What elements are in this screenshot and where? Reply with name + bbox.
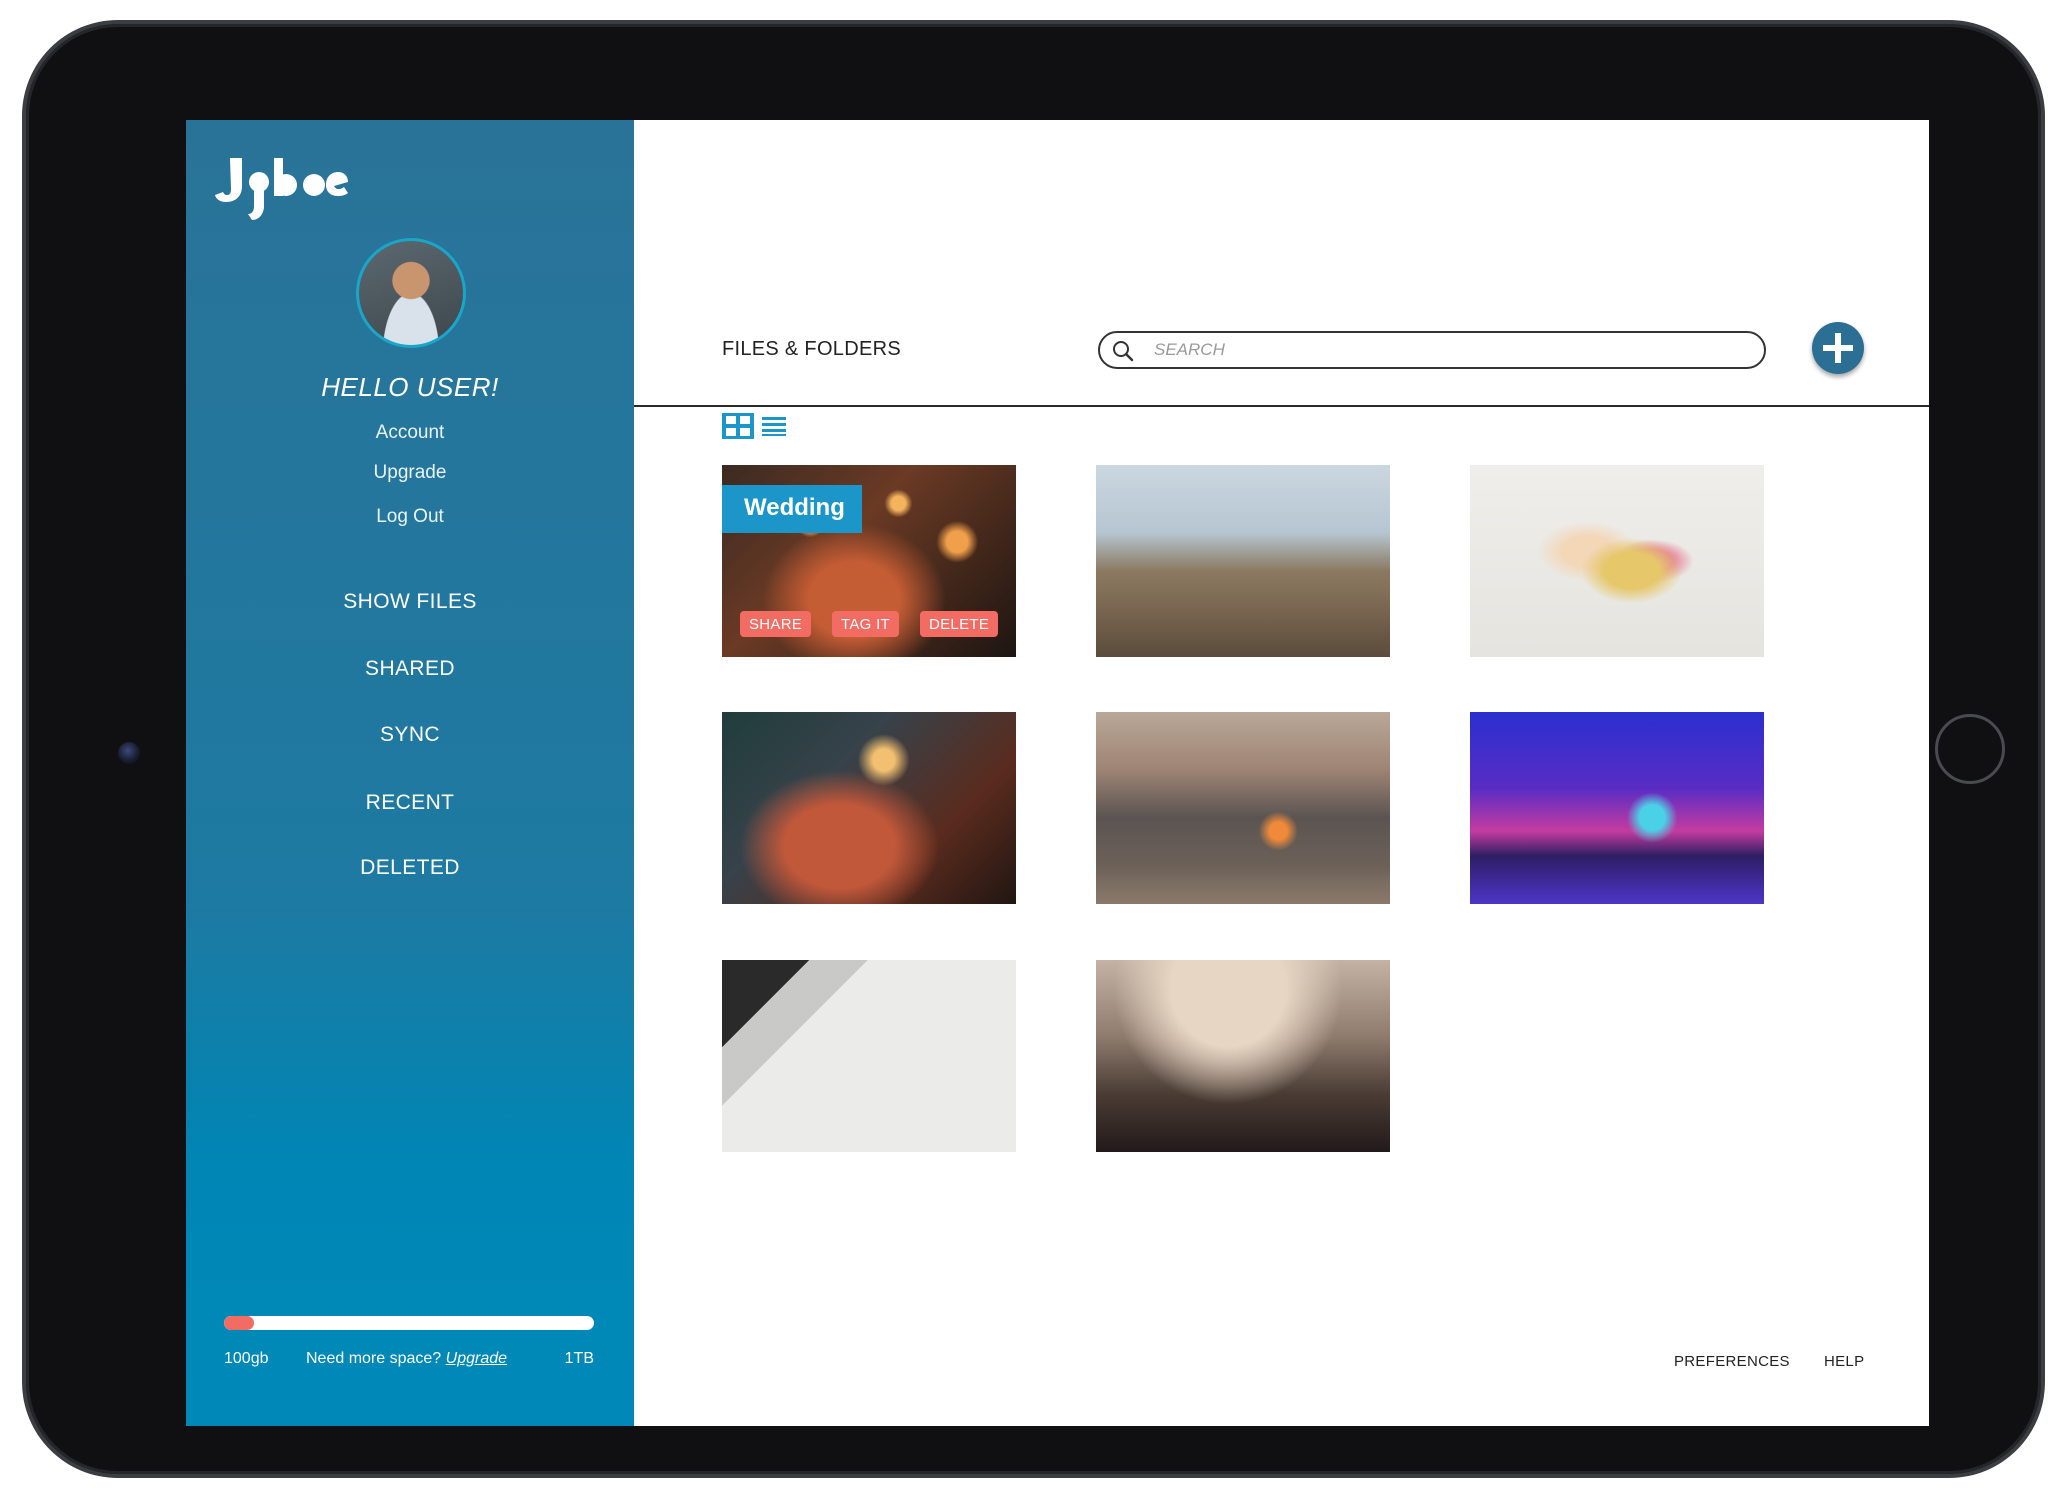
- delete-button[interactable]: DELETE: [920, 611, 999, 637]
- tag-button[interactable]: TAG IT: [832, 611, 900, 637]
- file-tile-restaurant[interactable]: [722, 712, 1016, 904]
- home-button[interactable]: [1935, 714, 2005, 784]
- tablet-frame: HELLO USER! Account Upgrade Log Out SHOW…: [26, 24, 2041, 1474]
- avatar[interactable]: [356, 238, 466, 348]
- file-tile-desk[interactable]: [722, 960, 1016, 1152]
- account-link[interactable]: Account: [186, 422, 634, 444]
- file-tile-wedding[interactable]: Wedding SHARE TAG IT DELETE: [722, 465, 1016, 657]
- page-title: FILES & FOLDERS: [722, 338, 901, 360]
- search-bar[interactable]: [1098, 331, 1766, 369]
- file-tile-label: Wedding: [722, 485, 862, 533]
- app-logo[interactable]: [214, 152, 374, 222]
- share-button[interactable]: SHARE: [740, 611, 812, 637]
- greeting: HELLO USER!: [321, 372, 499, 402]
- file-tile-friends[interactable]: [1470, 465, 1764, 657]
- storage-prompt: Need more space? Upgrade: [306, 1350, 507, 1368]
- nav-recent[interactable]: RECENT: [186, 791, 634, 815]
- nav-show-files[interactable]: SHOW FILES: [186, 590, 634, 614]
- storage-progress-bar: [224, 1316, 594, 1330]
- storage-total-label: 1TB: [564, 1350, 594, 1367]
- nav-sync[interactable]: SYNC: [186, 723, 634, 747]
- add-file-button[interactable]: [1812, 322, 1864, 374]
- header-divider: [634, 405, 1929, 407]
- help-link[interactable]: HELP: [1824, 1353, 1864, 1370]
- grid-view-icon[interactable]: [722, 413, 754, 439]
- list-view-icon[interactable]: [762, 416, 786, 436]
- file-tile-campfire[interactable]: [1096, 712, 1390, 904]
- file-tile-rooftops[interactable]: [1096, 465, 1390, 657]
- main-content: FILES & FOLDERS SEARCH Wedding SHARE TAG…: [634, 120, 1929, 1426]
- storage-prompt-text: Need more space?: [306, 1350, 442, 1367]
- storage-progress-fill: [224, 1316, 254, 1330]
- nav-deleted[interactable]: DELETED: [186, 856, 634, 880]
- search-icon: [1113, 341, 1134, 362]
- upgrade-link[interactable]: Upgrade: [186, 462, 634, 484]
- storage-used-label: 100gb: [224, 1350, 269, 1367]
- logout-link[interactable]: Log Out: [186, 506, 634, 528]
- preferences-link[interactable]: PREFERENCES: [1674, 1353, 1790, 1370]
- storage-upgrade-link[interactable]: Upgrade: [446, 1350, 507, 1367]
- file-tile-hike[interactable]: [1096, 960, 1390, 1152]
- app-screen: HELLO USER! Account Upgrade Log Out SHOW…: [186, 120, 1929, 1426]
- file-tile-pier[interactable]: [1470, 712, 1764, 904]
- search-input[interactable]: [1154, 338, 1744, 362]
- sidebar: HELLO USER! Account Upgrade Log Out SHOW…: [186, 120, 634, 1426]
- nav-shared[interactable]: SHARED: [186, 657, 634, 681]
- camera-icon: [118, 742, 140, 764]
